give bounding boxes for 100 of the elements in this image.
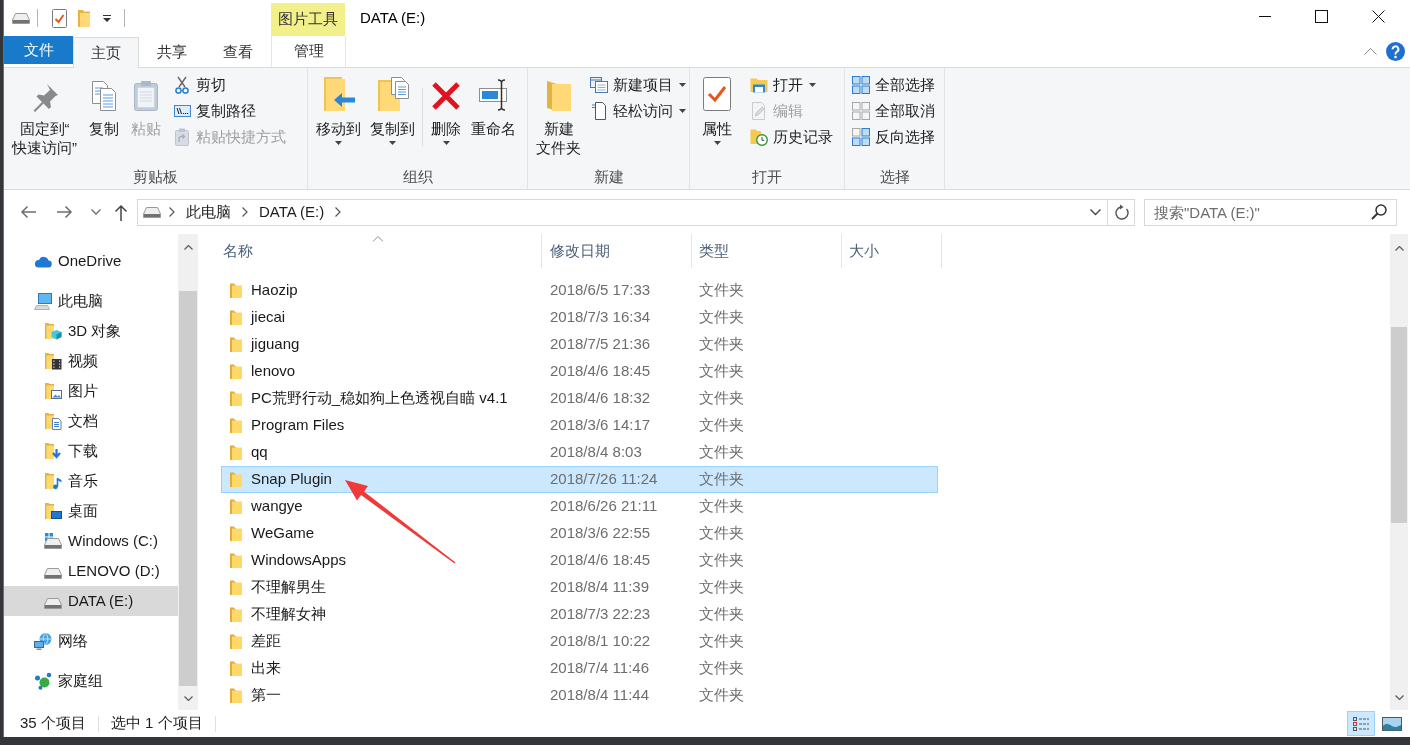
file-row[interactable]: 第一 2018/8/4 11:44 文件夹 bbox=[221, 682, 938, 709]
folder-icon bbox=[230, 526, 242, 541]
collapse-chevron-icon[interactable] bbox=[1364, 48, 1377, 55]
nav-item[interactable]: DATA (E:) bbox=[4, 586, 178, 616]
column-header[interactable]: 修改日期 bbox=[542, 234, 692, 268]
column-header[interactable]: 名称 bbox=[215, 234, 542, 268]
file-type: 文件夹 bbox=[699, 307, 744, 328]
folder-icon bbox=[230, 472, 242, 487]
nav-item[interactable]: 音乐 bbox=[4, 466, 178, 496]
ribbon-button[interactable]: 移动到 bbox=[313, 68, 364, 164]
chevron-right-icon[interactable] bbox=[169, 207, 175, 217]
ribbon-button[interactable]: 轻松访问 bbox=[587, 98, 689, 124]
file-name: 出来 bbox=[251, 658, 281, 679]
address-bar[interactable]: 此电脑 DATA (E:) bbox=[137, 198, 1108, 226]
grid-mixed-icon bbox=[852, 128, 870, 146]
text-cursor-icon bbox=[478, 78, 509, 112]
ribbon-tab[interactable]: 查看 bbox=[205, 36, 271, 67]
back-arrow-icon[interactable] bbox=[20, 205, 36, 219]
file-row[interactable]: WindowsApps 2018/4/6 18:45 文件夹 bbox=[221, 547, 938, 574]
folder-icon bbox=[230, 661, 242, 676]
up-arrow-icon[interactable] bbox=[114, 203, 128, 221]
chevron-right-icon[interactable] bbox=[242, 207, 248, 217]
documents-icon bbox=[91, 80, 117, 112]
file-row[interactable]: Haozip 2018/6/5 17:33 文件夹 bbox=[221, 277, 938, 304]
ribbon-button[interactable]: 全部选择 bbox=[849, 72, 938, 98]
file-type: 文件夹 bbox=[699, 685, 744, 706]
file-row[interactable]: 不理解女神 2018/7/3 22:23 文件夹 bbox=[221, 601, 938, 628]
ribbon-button[interactable]: 反向选择 bbox=[849, 124, 938, 150]
ribbon-button[interactable]: 重命名 bbox=[468, 68, 519, 164]
file-row[interactable]: lenovo 2018/4/6 18:45 文件夹 bbox=[221, 358, 938, 385]
nav-item[interactable]: 家庭组 bbox=[4, 666, 178, 696]
scroll-up-icon[interactable] bbox=[183, 244, 193, 250]
ribbon-button[interactable]: 删除 bbox=[427, 68, 465, 164]
maximize-icon bbox=[1315, 10, 1328, 23]
nav-item[interactable]: 网络 bbox=[4, 626, 178, 656]
chevron-down-icon[interactable] bbox=[1090, 208, 1101, 216]
search-icon[interactable] bbox=[1371, 203, 1387, 220]
nav-item[interactable]: 桌面 bbox=[4, 496, 178, 526]
ribbon-tab[interactable]: 共享 bbox=[139, 36, 205, 67]
scrollbar-thumb[interactable] bbox=[179, 291, 197, 686]
customize-caret-icon[interactable] bbox=[103, 14, 111, 22]
ribbon-button[interactable]: 打开 bbox=[747, 72, 836, 98]
ribbon-button[interactable]: 新建项目 bbox=[587, 72, 689, 98]
file-menu-tab[interactable]: 文件 bbox=[4, 36, 73, 64]
chevron-down-icon[interactable] bbox=[91, 209, 101, 215]
ribbon-button[interactable]: 新建 文件夹 bbox=[533, 68, 584, 164]
nav-item[interactable]: 文档 bbox=[4, 406, 178, 436]
ribbon-button[interactable]: 历史记录 bbox=[747, 124, 836, 150]
date-modified: 2018/8/4 11:39 bbox=[550, 577, 649, 598]
file-row[interactable]: 不理解男生 2018/8/4 11:39 文件夹 bbox=[221, 574, 938, 601]
scroll-down-icon[interactable] bbox=[1394, 694, 1404, 700]
file-row[interactable]: PC荒野行动_稳如狗上色透视自瞄 v4.1 2018/4/6 18:32 文件夹 bbox=[221, 385, 938, 412]
file-row[interactable]: 差距 2018/8/1 10:22 文件夹 bbox=[221, 628, 938, 655]
nav-item[interactable]: 此电脑 bbox=[4, 286, 178, 316]
nav-item[interactable]: Windows (C:) bbox=[4, 526, 178, 556]
refresh-button[interactable] bbox=[1108, 198, 1135, 226]
ribbon-button[interactable]: 复制 bbox=[86, 68, 122, 164]
forward-arrow-icon[interactable] bbox=[57, 205, 73, 219]
nav-item[interactable]: 图片 bbox=[4, 376, 178, 406]
chevron-right-icon[interactable] bbox=[335, 207, 342, 217]
nav-item[interactable]: 视频 bbox=[4, 346, 178, 376]
file-name: wangye bbox=[251, 496, 303, 517]
nav-item[interactable]: OneDrive bbox=[4, 246, 178, 276]
drive-icon[interactable] bbox=[12, 12, 30, 24]
file-row[interactable]: jiguang 2018/7/5 21:36 文件夹 bbox=[221, 331, 938, 358]
document-check-icon[interactable] bbox=[52, 8, 67, 28]
search-field[interactable]: 搜索"DATA (E:)" bbox=[1144, 198, 1397, 226]
scrollbar-thumb[interactable] bbox=[1391, 327, 1407, 523]
folder-icon bbox=[230, 337, 242, 352]
file-row[interactable]: wangye 2018/6/26 21:11 文件夹 bbox=[221, 493, 938, 520]
breadcrumb[interactable]: 此电脑 bbox=[183, 200, 234, 224]
breadcrumb[interactable]: DATA (E:) bbox=[256, 200, 328, 224]
ribbon-button[interactable]: 复制到 bbox=[367, 68, 418, 164]
column-header[interactable]: 类型 bbox=[692, 234, 842, 268]
file-row[interactable]: Snap Plugin 2018/7/26 11:24 文件夹 bbox=[221, 466, 938, 493]
file-type: 文件夹 bbox=[699, 658, 744, 679]
ribbon-button[interactable]: 属性 bbox=[699, 68, 735, 164]
ribbon-button[interactable]: 固定到“ 快速访问” bbox=[9, 68, 80, 164]
date-modified: 2018/4/6 18:45 bbox=[550, 361, 651, 382]
help-icon[interactable] bbox=[1386, 42, 1405, 61]
file-row[interactable]: 出来 2018/7/4 11:46 文件夹 bbox=[221, 655, 938, 682]
nav-item[interactable]: 3D 对象 bbox=[4, 316, 178, 346]
ribbon-tab[interactable]: 主页 bbox=[73, 37, 139, 68]
ribbon-button[interactable]: 全部取消 bbox=[849, 98, 938, 124]
file-row[interactable]: qq 2018/8/4 8:03 文件夹 bbox=[221, 439, 938, 466]
file-type: 文件夹 bbox=[699, 496, 744, 517]
ribbon-button[interactable]: 复制路径 bbox=[170, 98, 289, 124]
view-button[interactable] bbox=[1347, 711, 1375, 736]
file-row[interactable]: Program Files 2018/3/6 14:17 文件夹 bbox=[221, 412, 938, 439]
file-row[interactable]: WeGame 2018/3/6 22:55 文件夹 bbox=[221, 520, 938, 547]
ribbon-button[interactable]: 剪切 bbox=[170, 72, 289, 98]
nav-item[interactable]: 下载 bbox=[4, 436, 178, 466]
nav-item[interactable]: LENOVO (D:) bbox=[4, 556, 178, 586]
scroll-down-icon[interactable] bbox=[183, 695, 193, 701]
group-label: 选择 bbox=[879, 167, 910, 187]
scroll-up-icon[interactable] bbox=[1394, 245, 1404, 251]
path-box-icon bbox=[173, 105, 191, 117]
desktop-folder-icon bbox=[44, 502, 62, 520]
column-header[interactable]: 大小 bbox=[842, 234, 942, 268]
file-row[interactable]: jiecai 2018/7/3 16:34 文件夹 bbox=[221, 304, 938, 331]
